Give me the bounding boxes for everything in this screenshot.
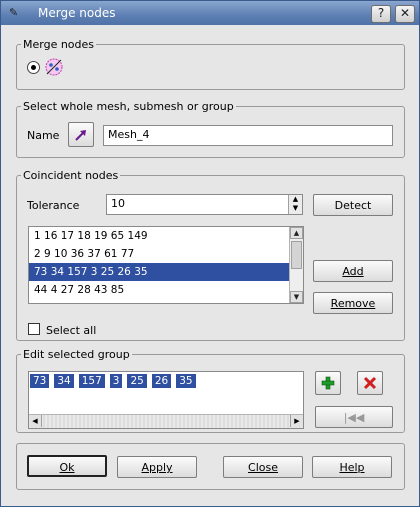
select-mesh-button[interactable] (68, 122, 94, 147)
edit-selected-legend: Edit selected group (23, 348, 130, 361)
list-item[interactable]: 5 48 49 68 (29, 299, 303, 303)
edit-selected-group: Edit selected group 73 34 157 3 25 26 35 ◀ ▶ |… (16, 348, 405, 433)
ok-button[interactable]: Ok (27, 455, 107, 477)
plus-icon (321, 376, 335, 390)
tolerance-label: Tolerance (27, 199, 80, 212)
select-all-label: Select all (46, 324, 97, 337)
merge-nodes-group: Merge nodes (16, 38, 405, 90)
select-mesh-group: Select whole mesh, submesh or group Name… (16, 100, 405, 158)
spin-down-icon[interactable]: ▼ (289, 204, 302, 213)
name-label: Name (27, 129, 60, 142)
list-item[interactable]: 44 4 27 28 43 85 (29, 281, 303, 299)
help-icon[interactable]: ? (371, 5, 391, 23)
group-node-tag[interactable]: 25 (127, 374, 147, 388)
add-button[interactable]: Add (313, 260, 393, 282)
list-item[interactable]: 1 16 17 18 19 65 149 (29, 227, 303, 245)
apply-button[interactable]: Apply (117, 456, 197, 478)
coincident-nodes-legend: Coincident nodes (23, 169, 119, 182)
merge-nodes-dialog: ✎ Merge nodes ? ✕ Merge nodes Select who… (0, 0, 420, 507)
app-icon[interactable]: ✎ (9, 6, 23, 20)
mesh-name-field[interactable]: Mesh_4 (103, 125, 393, 146)
group-node-tag[interactable]: 26 (151, 374, 172, 388)
remove-from-group-button[interactable] (357, 371, 383, 395)
add-to-group-button[interactable] (315, 371, 341, 395)
dialog-buttons-frame: Ok Apply Close Help (16, 443, 405, 490)
select-mesh-legend: Select whole mesh, submesh or group (23, 100, 234, 113)
spin-up-icon[interactable]: ▲ (289, 195, 302, 204)
horizontal-scrollbar[interactable]: ◀ ▶ (29, 414, 303, 428)
tolerance-value: 10 (111, 197, 125, 210)
tolerance-spinbox[interactable]: 10 ▲ ▼ (106, 194, 303, 215)
window-title: Merge nodes (38, 6, 116, 20)
merge-nodes-icon (45, 58, 63, 76)
group-node-tag[interactable]: 34 (54, 374, 74, 388)
scroll-right-icon[interactable]: ▶ (290, 415, 303, 427)
cross-icon (363, 376, 377, 390)
scroll-thumb[interactable] (291, 241, 302, 269)
select-all-checkbox[interactable] (28, 323, 40, 335)
group-node-tag[interactable]: 157 (78, 374, 105, 388)
coincident-nodes-list[interactable]: 1 16 17 18 19 65 149 2 9 10 36 37 61 77 73… (28, 226, 304, 304)
group-node-tag[interactable]: 35 (176, 374, 196, 388)
coincident-nodes-group: Coincident nodes Tolerance 10 ▲ ▼ Detect… (16, 169, 405, 341)
title-bar[interactable]: ✎ Merge nodes ? ✕ (1, 1, 419, 25)
scroll-left-icon[interactable]: ◀ (29, 415, 42, 427)
skip-to-first-button[interactable]: |◀◀ (315, 406, 393, 428)
merge-nodes-radio[interactable] (27, 61, 40, 74)
list-item[interactable]: 73 34 157 3 25 26 35 (29, 263, 303, 281)
help-button[interactable]: Help (312, 456, 392, 478)
selection-arrow-icon (75, 130, 86, 141)
skip-to-first-icon: |◀◀ (343, 411, 365, 424)
group-nodes-field[interactable]: 73 34 157 3 25 26 35 ◀ ▶ (28, 371, 304, 429)
scroll-up-icon[interactable]: ▲ (290, 227, 303, 239)
close-button[interactable]: Close (223, 456, 303, 478)
detect-button[interactable]: Detect (313, 194, 393, 216)
remove-button[interactable]: Remove (313, 292, 393, 314)
list-scrollbar[interactable]: ▲ ▼ (289, 227, 303, 303)
list-item[interactable]: 2 9 10 36 37 61 77 (29, 245, 303, 263)
scroll-down-icon[interactable]: ▼ (290, 291, 303, 303)
merge-nodes-legend: Merge nodes (23, 38, 95, 51)
group-node-tag[interactable]: 73 (30, 374, 50, 388)
close-icon[interactable]: ✕ (395, 5, 415, 23)
group-node-tag[interactable]: 3 (109, 374, 123, 388)
